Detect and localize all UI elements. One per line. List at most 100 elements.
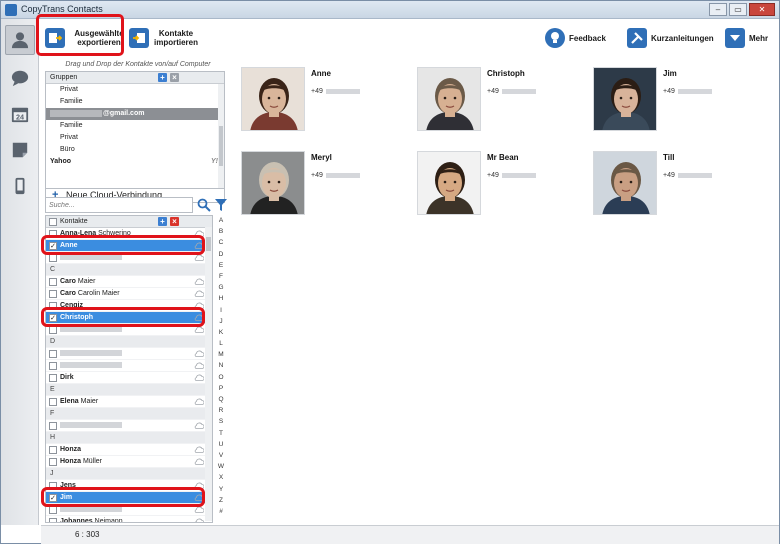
contact-checkbox[interactable] <box>49 374 57 382</box>
redacted-text <box>60 326 122 333</box>
contact-row[interactable]: Honza <box>46 444 212 456</box>
contact-card[interactable]: Mr Bean +49 <box>413 147 583 219</box>
alphabet-letter[interactable]: F <box>215 271 227 282</box>
contact-row[interactable]: Caro Carolin Maier <box>46 288 212 300</box>
alphabet-letter[interactable]: E <box>215 260 227 271</box>
search-input[interactable] <box>45 197 193 213</box>
selected-contact-highlight <box>41 235 205 255</box>
alphabet-letter[interactable]: X <box>215 472 227 483</box>
groups-scroll-thumb[interactable] <box>219 126 223 166</box>
contact-card-name: Till <box>663 153 675 162</box>
alphabet-letter[interactable]: Z <box>215 495 227 506</box>
remove-group-icon[interactable]: × <box>170 73 179 82</box>
alphabet-letter[interactable]: Y <box>215 484 227 495</box>
contact-count: 6 : 303 <box>75 530 100 539</box>
contact-checkbox[interactable] <box>49 422 57 430</box>
redacted-text <box>501 172 536 178</box>
search-icon[interactable] <box>197 198 211 212</box>
contact-checkbox[interactable] <box>49 278 57 286</box>
calendar-nav-button[interactable]: 24 <box>5 99 35 129</box>
group-item[interactable]: Büro <box>46 144 224 156</box>
contact-card[interactable]: Christoph +49 <box>413 63 583 135</box>
messages-nav-button[interactable] <box>5 63 35 93</box>
contact-checkbox[interactable] <box>49 446 57 454</box>
quick-guides-button[interactable]: Kurzanleitungen <box>627 23 714 53</box>
minimize-button[interactable]: – <box>709 3 727 16</box>
contact-row[interactable]: Honza Müller <box>46 456 212 468</box>
contact-checkbox[interactable] <box>49 254 57 262</box>
filter-icon[interactable] <box>215 198 227 212</box>
alphabet-letter[interactable]: M <box>215 349 227 360</box>
contact-checkbox[interactable] <box>49 326 57 334</box>
contact-row[interactable]: Elena Maier <box>46 396 212 408</box>
contact-row[interactable]: Dirk <box>46 372 212 384</box>
alphabet-letter[interactable]: N <box>215 360 227 371</box>
alphabet-letter[interactable]: U <box>215 439 227 450</box>
contact-row[interactable] <box>46 420 212 432</box>
alphabet-letter[interactable]: K <box>215 327 227 338</box>
groups-scrollbar[interactable] <box>218 84 224 188</box>
cloud-icon <box>194 458 205 465</box>
group-item[interactable]: Familie <box>46 120 224 132</box>
contact-row[interactable]: Caro Maier <box>46 276 212 288</box>
group-account-yahoo[interactable]: Yahoo Y! <box>46 156 224 168</box>
alphabet-letter[interactable]: P <box>215 383 227 394</box>
cloud-icon <box>194 506 205 513</box>
alphabet-letter[interactable]: B <box>215 226 227 237</box>
contact-card[interactable]: Meryl +49 <box>237 147 407 219</box>
alphabet-letter[interactable]: W <box>215 461 227 472</box>
contact-card[interactable]: Anne +49 <box>237 63 407 135</box>
group-account-gmail[interactable]: @gmail.com <box>46 108 224 120</box>
contact-cards-area: Anne +49 Christoph +49 Jim +49 Meryl +49 Mr Bean… <box>237 63 773 523</box>
contact-row[interactable] <box>46 348 212 360</box>
contacts-nav-button[interactable] <box>5 25 35 55</box>
contact-checkbox[interactable] <box>49 518 57 522</box>
device-nav-button[interactable] <box>5 171 35 201</box>
contact-row[interactable] <box>46 360 212 372</box>
contact-checkbox[interactable] <box>49 506 57 514</box>
alphabet-letter[interactable]: I <box>215 305 227 316</box>
alphabet-letter[interactable]: T <box>215 428 227 439</box>
contact-card[interactable]: Till +49 <box>589 147 759 219</box>
alphabet-letter[interactable]: A <box>215 215 227 226</box>
alphabet-letter[interactable]: # <box>215 506 227 517</box>
alphabet-letter[interactable]: D <box>215 249 227 260</box>
alphabet-letter[interactable]: J <box>215 316 227 327</box>
contact-checkbox[interactable] <box>49 362 57 370</box>
contact-card[interactable]: Jim +49 <box>589 63 759 135</box>
import-contacts-button[interactable]: Kontakte importieren <box>129 23 199 53</box>
contact-checkbox[interactable] <box>49 350 57 358</box>
contact-checkbox[interactable] <box>49 458 57 466</box>
cloud-icon <box>194 518 205 522</box>
add-group-icon[interactable]: + <box>158 73 167 82</box>
alphabet-letter[interactable]: L <box>215 338 227 349</box>
add-contact-icon[interactable]: + <box>158 217 167 226</box>
notes-nav-button[interactable] <box>5 135 35 165</box>
delete-contact-icon[interactable]: × <box>170 217 179 226</box>
group-item[interactable]: Privat <box>46 132 224 144</box>
redacted-text <box>501 88 536 94</box>
alphabet-letter[interactable]: O <box>215 372 227 383</box>
more-button[interactable]: Mehr <box>725 23 768 53</box>
maximize-button[interactable]: ▭ <box>729 3 747 16</box>
alphabet-letter[interactable]: H <box>215 293 227 304</box>
alphabet-letter[interactable]: G <box>215 282 227 293</box>
feedback-label: Feedback <box>569 33 606 43</box>
contacts-scrollbar[interactable] <box>205 227 212 521</box>
feedback-button[interactable]: Feedback <box>545 23 606 53</box>
contact-row[interactable]: Johannes Neimann <box>46 516 212 522</box>
alphabet-letter[interactable]: V <box>215 450 227 461</box>
contact-checkbox[interactable] <box>49 290 57 298</box>
close-button[interactable]: ✕ <box>749 3 775 16</box>
import-icon <box>129 28 149 48</box>
alphabet-letter[interactable]: Q <box>215 394 227 405</box>
select-all-checkbox[interactable] <box>49 218 57 226</box>
group-item[interactable]: Privat <box>46 84 224 96</box>
contacts-scroll-thumb[interactable] <box>206 237 211 251</box>
contact-checkbox[interactable] <box>49 398 57 406</box>
alphabet-letter[interactable]: R <box>215 405 227 416</box>
redacted-text <box>325 88 360 94</box>
alphabet-letter[interactable]: C <box>215 237 227 248</box>
group-item[interactable]: Familie <box>46 96 224 108</box>
alphabet-letter[interactable]: S <box>215 416 227 427</box>
